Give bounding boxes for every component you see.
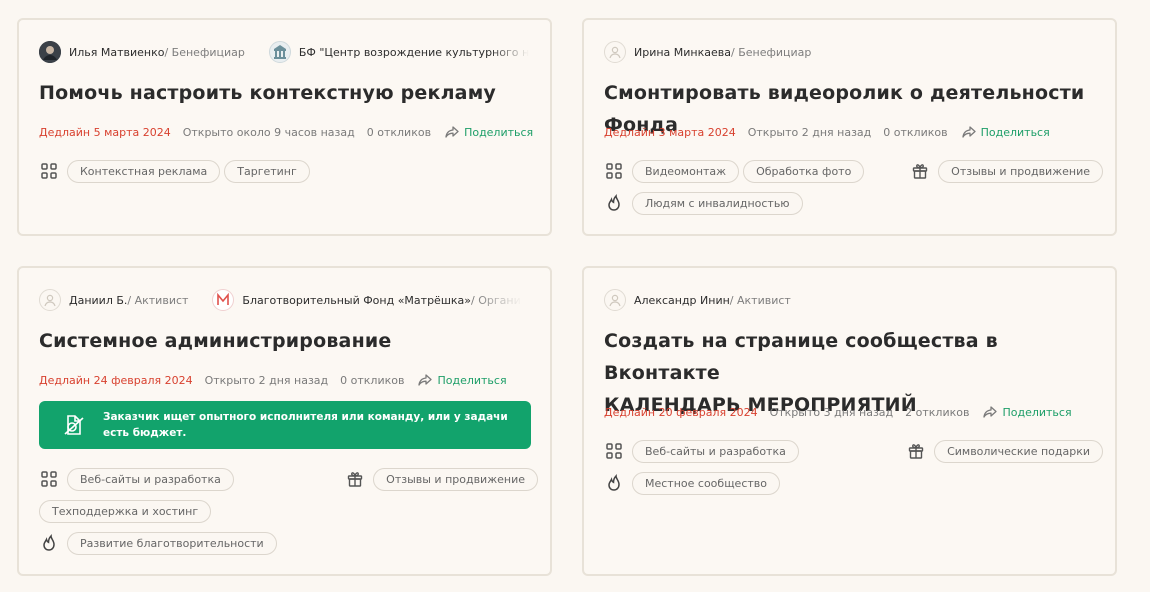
author-role: / Активист: [729, 293, 791, 307]
author-name: Александр Инин: [634, 293, 730, 307]
organization[interactable]: БФ "Центр возрождение культурного наслед…: [268, 41, 529, 63]
opened-time: Открыто около 9 часов назад: [182, 125, 355, 139]
skill-tag[interactable]: Веб-сайты и разработка: [67, 467, 234, 491]
banner-text: Заказчик ищет опытного исполнителя или к…: [103, 411, 508, 439]
skills-row: Веб-сайты и разработка Символические под…: [604, 439, 1103, 463]
flame-icon: [39, 533, 59, 553]
task-card[interactable]: Даниил Б. / Активист Благотворительный Ф…: [17, 266, 552, 576]
share-button[interactable]: Поделиться: [418, 373, 507, 387]
author-role: / Бенефициар: [731, 45, 812, 59]
responses-count: 0 откликов: [340, 373, 405, 387]
task-title-line: Создать на странице сообщества в Вконтак…: [604, 330, 998, 384]
task-card[interactable]: Александр Инин / Активист Создать на стр…: [582, 266, 1117, 576]
author-role: / Активист: [127, 293, 189, 307]
user-avatar-placeholder-icon: [39, 289, 61, 311]
share-label: Поделиться: [1002, 405, 1072, 419]
share-label: Поделиться: [437, 373, 507, 387]
task-card[interactable]: Ирина Минкаева / Бенефициар Смонтировать…: [582, 18, 1117, 236]
share-button[interactable]: Поделиться: [983, 405, 1072, 419]
card-people: Илья Матвиенко / Бенефициар БФ "Центр во…: [39, 41, 530, 63]
author-role: / Бенефициар: [164, 45, 245, 59]
card-people: Ирина Минкаева / Бенефициар: [604, 41, 1095, 63]
task-title[interactable]: Системное администрирование: [39, 325, 530, 357]
grid-icon: [604, 161, 624, 181]
experienced-contractor-banner: Заказчик ищет опытного исполнителя или к…: [39, 401, 531, 449]
author-name: Ирина Минкаева: [634, 45, 731, 59]
organization-name: Благотворительный Фонд «Матрёшка»: [242, 293, 472, 307]
share-button[interactable]: Поделиться: [445, 126, 533, 139]
skill-tag[interactable]: Таргетинг: [224, 159, 310, 183]
card-people: Александр Инин / Активист: [604, 289, 1095, 311]
task-card[interactable]: Илья Матвиенко / Бенефициар БФ "Центр во…: [17, 18, 552, 236]
task-meta: Дедлайн 3 марта 2024 Открыто 2 дня назад…: [604, 123, 1095, 141]
gift-icon: [345, 469, 365, 489]
causes-row: Людям с инвалидностью: [604, 191, 1103, 215]
skills-row: Контекстная реклама Таргетинг: [39, 159, 538, 183]
gift-icon: [906, 441, 926, 461]
causes-row: Развитие благотворительности: [39, 531, 538, 555]
skills-row: Веб-сайты и разработка Отзывы и продвиже…: [39, 467, 538, 491]
user-avatar-placeholder-icon: [604, 289, 626, 311]
deadline: Дедлайн 3 марта 2024: [604, 125, 736, 139]
deadline: Дедлайн 24 февраля 2024: [39, 373, 193, 387]
opened-time: Открыто 3 дня назад: [769, 405, 894, 419]
reward-tag[interactable]: Отзывы и продвижение: [938, 159, 1103, 183]
task-meta: Дедлайн 5 марта 2024 Открыто около 9 час…: [39, 123, 533, 141]
skill-tag[interactable]: Веб-сайты и разработка: [632, 439, 799, 463]
author-name: Даниил Б.: [69, 293, 128, 307]
gift-icon: [910, 161, 930, 181]
skill-tag[interactable]: Видеомонтаж: [632, 159, 740, 183]
responses-count: 0 откликов: [883, 125, 948, 139]
card-people: Даниил Б. / Активист Благотворительный Ф…: [39, 289, 530, 311]
deadline: Дедлайн 5 марта 2024: [39, 125, 171, 139]
skill-tag[interactable]: Контекстная реклама: [67, 159, 221, 183]
responses-count: 2 откликов: [905, 405, 970, 419]
skill-tag[interactable]: Техподдержка и хостинг: [39, 499, 212, 523]
grid-icon: [604, 441, 624, 461]
task-meta: Дедлайн 24 февраля 2024 Открыто 2 дня на…: [39, 371, 530, 389]
user-avatar: [39, 41, 61, 63]
opened-time: Открыто 2 дня назад: [204, 373, 329, 387]
flame-icon: [604, 193, 624, 213]
reward-tag[interactable]: Символические подарки: [934, 439, 1103, 463]
task-meta: Дедлайн 20 февраля 2024 Открыто 3 дня на…: [604, 403, 1095, 421]
author[interactable]: Илья Матвиенко / Бенефициар: [39, 41, 245, 63]
author-name: Илья Матвиенко: [69, 45, 165, 59]
grid-icon: [39, 469, 59, 489]
cause-tag[interactable]: Развитие благотворительности: [67, 531, 277, 555]
organization-name: БФ "Центр возрождение культурного наслед…: [298, 45, 529, 59]
author[interactable]: Александр Инин / Активист: [604, 289, 791, 311]
skills-row: Видеомонтаж Обработка фото Отзывы и прод…: [604, 159, 1103, 183]
pro-badge-icon: [64, 415, 84, 435]
author[interactable]: Ирина Минкаева / Бенефициар: [604, 41, 811, 63]
reward-tag[interactable]: Отзывы и продвижение: [373, 467, 538, 491]
skill-tag[interactable]: Обработка фото: [743, 159, 865, 183]
opened-time: Открыто 2 дня назад: [747, 125, 872, 139]
task-title[interactable]: Помочь настроить контекстную рекламу: [39, 77, 530, 109]
share-icon: [961, 126, 976, 138]
organization-logo: [212, 289, 235, 311]
organization[interactable]: Благотворительный Фонд «Матрёшка» / Орга…: [212, 289, 522, 311]
causes-row: Местное сообщество: [604, 471, 1103, 495]
share-label: Поделиться: [464, 125, 534, 139]
skills-row-continued: Техподдержка и хостинг: [39, 499, 538, 523]
deadline: Дедлайн 20 февраля 2024: [604, 405, 758, 419]
share-label: Поделиться: [980, 125, 1050, 139]
share-icon: [445, 126, 459, 138]
share-icon: [418, 374, 433, 386]
organization-logo: [268, 41, 291, 63]
organization-role: / Организация: [471, 293, 522, 307]
flame-icon: [604, 473, 624, 493]
cause-tag[interactable]: Людям с инвалидностью: [632, 191, 803, 215]
share-button[interactable]: Поделиться: [961, 125, 1050, 139]
share-icon: [983, 406, 998, 418]
responses-count: 0 откликов: [366, 125, 432, 139]
cause-tag[interactable]: Местное сообщество: [632, 471, 780, 495]
author[interactable]: Даниил Б. / Активист: [39, 289, 188, 311]
user-avatar-placeholder-icon: [604, 41, 626, 63]
grid-icon: [39, 161, 59, 181]
